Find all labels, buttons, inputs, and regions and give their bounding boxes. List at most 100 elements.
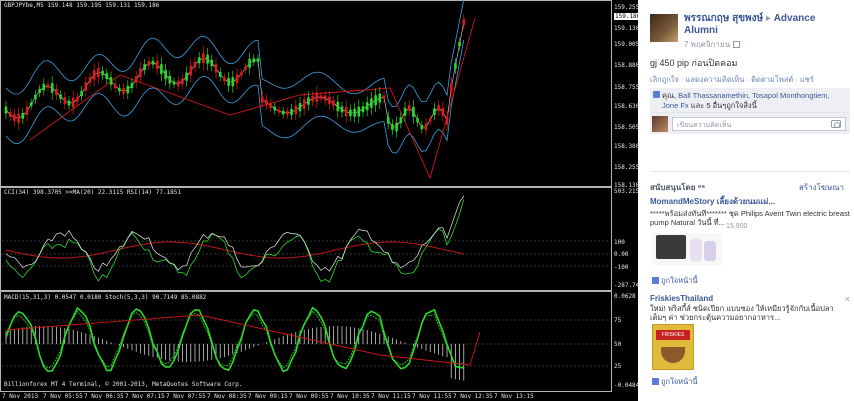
price-axis-label: 158.505	[614, 124, 640, 131]
ma-line	[5, 21, 465, 128]
candle-body	[386, 116, 390, 124]
candle-body	[122, 88, 125, 95]
ad-like-label[interactable]: ถูกใจหน้านี้	[661, 276, 698, 285]
candle-body	[34, 94, 37, 100]
candle-body	[395, 122, 398, 132]
candle-body	[286, 111, 289, 115]
close-icon[interactable]: ×	[845, 294, 850, 304]
candle-body	[97, 67, 100, 78]
candle-body	[407, 105, 411, 111]
author-avatar[interactable]	[650, 14, 678, 42]
candle-body	[172, 81, 176, 85]
divider	[650, 171, 850, 172]
likes-suffix[interactable]: และ 5 อื่นๆถูกใจสิ่งนี้	[691, 101, 757, 110]
arrow-icon: ▸	[765, 13, 771, 24]
candle-body	[101, 70, 104, 76]
candle-body	[315, 92, 319, 102]
candle-body	[248, 58, 251, 68]
viewer-avatar	[652, 116, 668, 132]
ad-title[interactable]: MomandMeStory เลี้ยงด้วยนมแม่...	[650, 195, 850, 208]
ad-momandme[interactable]: MomandMeStory เลี้ยงด้วยนมแม่... *****พร…	[650, 195, 850, 285]
candle-body	[38, 88, 41, 94]
candle-body	[449, 83, 453, 93]
candle-body	[328, 96, 331, 104]
candle-body	[17, 113, 20, 123]
trading-chart-window[interactable]: GBPJPYbe,M5 159.148 159.195 159.131 159.…	[0, 0, 647, 401]
candle-body	[4, 106, 8, 114]
thumbs-up-icon	[652, 378, 659, 385]
candle-body	[454, 63, 457, 69]
author-name-link[interactable]: พรรณกฤษ สุขพงษ์	[684, 13, 763, 24]
cci-line	[5, 195, 465, 272]
ad-price: 15,900	[726, 223, 748, 230]
candle-body	[311, 95, 314, 102]
macd-pane-title: MACD(15,31,3) 0.0547 0.0180 Stoch(5,3,3)…	[4, 294, 207, 301]
create-ad-link[interactable]: สร้างโฆษณา	[799, 181, 844, 194]
candle-body	[227, 77, 230, 86]
candle-body	[109, 77, 113, 85]
price-pane-title: GBPJPYbe,M5 159.148 159.195 159.131 159.…	[4, 2, 160, 9]
price-axis-label: 158.630	[614, 103, 640, 110]
breast-pump-image[interactable]	[652, 233, 722, 265]
bollinger-upper	[5, 0, 465, 108]
candle-body	[214, 64, 218, 73]
cat-food-image[interactable]: FRISKIES	[652, 324, 694, 370]
time-axis-label: 7 Nov 11:15	[371, 393, 411, 400]
time-axis-label: 7 Nov 2013	[2, 393, 39, 400]
candle-body	[281, 110, 285, 115]
candle-body	[361, 106, 365, 113]
candle-body	[210, 59, 214, 67]
candle-body	[412, 106, 415, 117]
time-axis-label: 7 Nov 10:35	[330, 393, 370, 400]
candle-body	[155, 60, 159, 69]
ad-friskies[interactable]: FriskiesThailand × ใหม่! ฟริสกี้ส์ ชนิดเ…	[650, 294, 850, 394]
candle-body	[147, 61, 151, 66]
candle-body	[340, 106, 344, 113]
price-axis-label: 158.255	[614, 164, 640, 171]
time-axis-label: 7 Nov 05:55	[43, 393, 83, 400]
candle-body	[374, 95, 377, 106]
candle-body	[105, 73, 109, 80]
ad-body: ใหม่! ฟริสกี้ส์ ชนิดเปียก แบบซอง ให้เหมี…	[650, 304, 834, 322]
candle-body	[462, 19, 466, 25]
candle-body	[126, 85, 130, 94]
candle-body	[223, 77, 226, 82]
candle-body	[298, 103, 302, 112]
comment-link[interactable]: แสดงความคิดเห็น	[686, 75, 745, 84]
candle-body	[294, 105, 298, 115]
share-link[interactable]: แชร์	[800, 75, 814, 84]
candle-body	[21, 112, 25, 119]
candle-body	[218, 71, 222, 77]
candle-body	[84, 82, 88, 91]
price-axis-label: 158.755	[614, 84, 640, 91]
candle-body	[323, 95, 327, 101]
candle-body	[370, 98, 373, 108]
ad-title[interactable]: FriskiesThailand	[650, 294, 850, 303]
candle-body	[151, 60, 155, 65]
time-axis-label: 7 Nov 13:15	[494, 393, 534, 400]
price-axis-label: 158.380	[614, 143, 640, 150]
follow-post-link[interactable]: ติดตามโพสต์	[751, 75, 793, 84]
candle-body	[130, 82, 134, 89]
candle-body	[273, 106, 277, 111]
candle-body	[336, 101, 340, 112]
ad-like-page[interactable]: ถูกใจหน้านี้	[652, 275, 698, 287]
ad-like-label[interactable]: ถูกใจหน้านี้	[661, 377, 698, 386]
camera-icon[interactable]	[831, 120, 841, 128]
post-actions: เลิกถูกใจ · แสดงความคิดเห็น · ติดตามโพสต…	[650, 75, 814, 84]
stoch-main-line	[5, 306, 464, 373]
candle-body	[76, 96, 79, 102]
comment-composer: เขียนความคิดเห็น	[650, 112, 850, 134]
candle-body	[252, 58, 256, 63]
unlike-link[interactable]: เลิกถูกใจ	[650, 75, 679, 84]
candle-body	[168, 75, 172, 84]
candle-body	[307, 97, 310, 105]
ad-body: *****พร้อมส่งทันที******* ชุด Philips Av…	[650, 209, 850, 227]
candle-body	[139, 68, 142, 78]
ad-like-page[interactable]: ถูกใจหน้านี้	[652, 376, 698, 388]
candle-body	[55, 88, 58, 95]
candle-body	[189, 65, 193, 76]
post-timestamp-link[interactable]: 7 พฤศจิกายน	[684, 40, 730, 49]
comment-input[interactable]: เขียนความคิดเห็น	[672, 117, 846, 131]
chart-plot-layer	[2, 0, 610, 381]
